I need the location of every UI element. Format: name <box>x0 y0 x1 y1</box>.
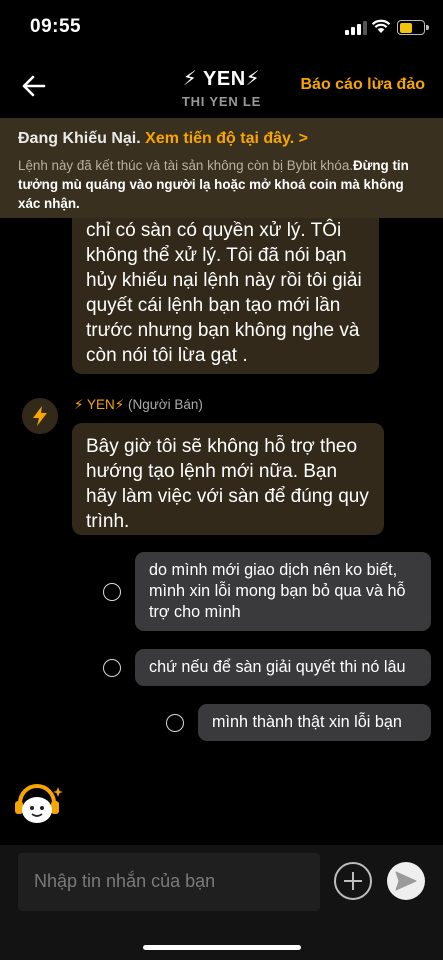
sender-name: ⚡ YEN⚡ <box>74 397 125 412</box>
message-text: chỉ có sàn có quyền xử lý. TÔi không thể… <box>86 220 362 366</box>
message-text: Bây giờ tôi sẽ không hỗ trợ theo hướng t… <box>86 436 369 532</box>
message-status-circle-icon <box>103 658 121 677</box>
message-status-circle-icon <box>103 582 121 601</box>
chat-messages[interactable]: chỉ có sàn có quyền xử lý. TÔi không thể… <box>0 118 443 845</box>
chat-subtitle: THI YEN LE <box>181 94 262 109</box>
add-attachment-button[interactable] <box>334 862 372 900</box>
sender-label: ⚡ YEN⚡ (Người Bán) <box>74 397 203 413</box>
sender-role: (Người Bán) <box>128 397 203 412</box>
support-bot-icon[interactable] <box>12 781 64 827</box>
home-indicator[interactable] <box>143 945 301 950</box>
battery-icon <box>397 20 429 35</box>
status-time: 09:55 <box>30 16 82 37</box>
send-arrow-icon <box>395 871 417 891</box>
outgoing-message: mình thành thật xin lỗi bạn <box>198 704 431 741</box>
dispute-status: Đang Khiếu Nại. <box>18 130 141 147</box>
send-button[interactable] <box>387 862 425 900</box>
cellular-signal-icon <box>345 21 367 35</box>
message-input[interactable]: Nhập tin nhắn của bạn <box>18 853 320 911</box>
dispute-progress-link[interactable]: Xem tiến độ tại đây. > <box>145 130 308 147</box>
outgoing-message: chứ nếu để sàn giải quyết thi nó lâu <box>135 649 431 686</box>
dispute-note: Lệnh này đã kết thúc và tài sản không cò… <box>18 158 353 173</box>
lightning-icon <box>33 406 47 426</box>
seller-avatar <box>22 398 58 434</box>
report-scam-link[interactable]: Báo cáo lừa đảo <box>300 76 425 94</box>
wifi-icon <box>371 19 391 33</box>
outgoing-message-row: do mình mới giao dịch nên ko biết, mình … <box>103 552 431 631</box>
message-composer: Nhập tin nhắn của bạn <box>0 845 443 960</box>
message-status-circle-icon <box>166 713 184 732</box>
status-bar: 09:55 <box>0 0 443 56</box>
chat-header: ⚡ YEN⚡ THI YEN LE Báo cáo lừa đảo <box>0 56 443 118</box>
outgoing-message: do mình mới giao dịch nên ko biết, mình … <box>135 552 431 631</box>
dispute-banner: Đang Khiếu Nại. Xem tiến độ tại đây. > L… <box>0 118 443 218</box>
incoming-message: Bây giờ tôi sẽ không hỗ trợ theo hướng t… <box>72 423 384 535</box>
outgoing-message-row: chứ nếu để sàn giải quyết thi nó lâu <box>103 649 431 686</box>
outgoing-message-row: mình thành thật xin lỗi bạn <box>166 704 431 741</box>
